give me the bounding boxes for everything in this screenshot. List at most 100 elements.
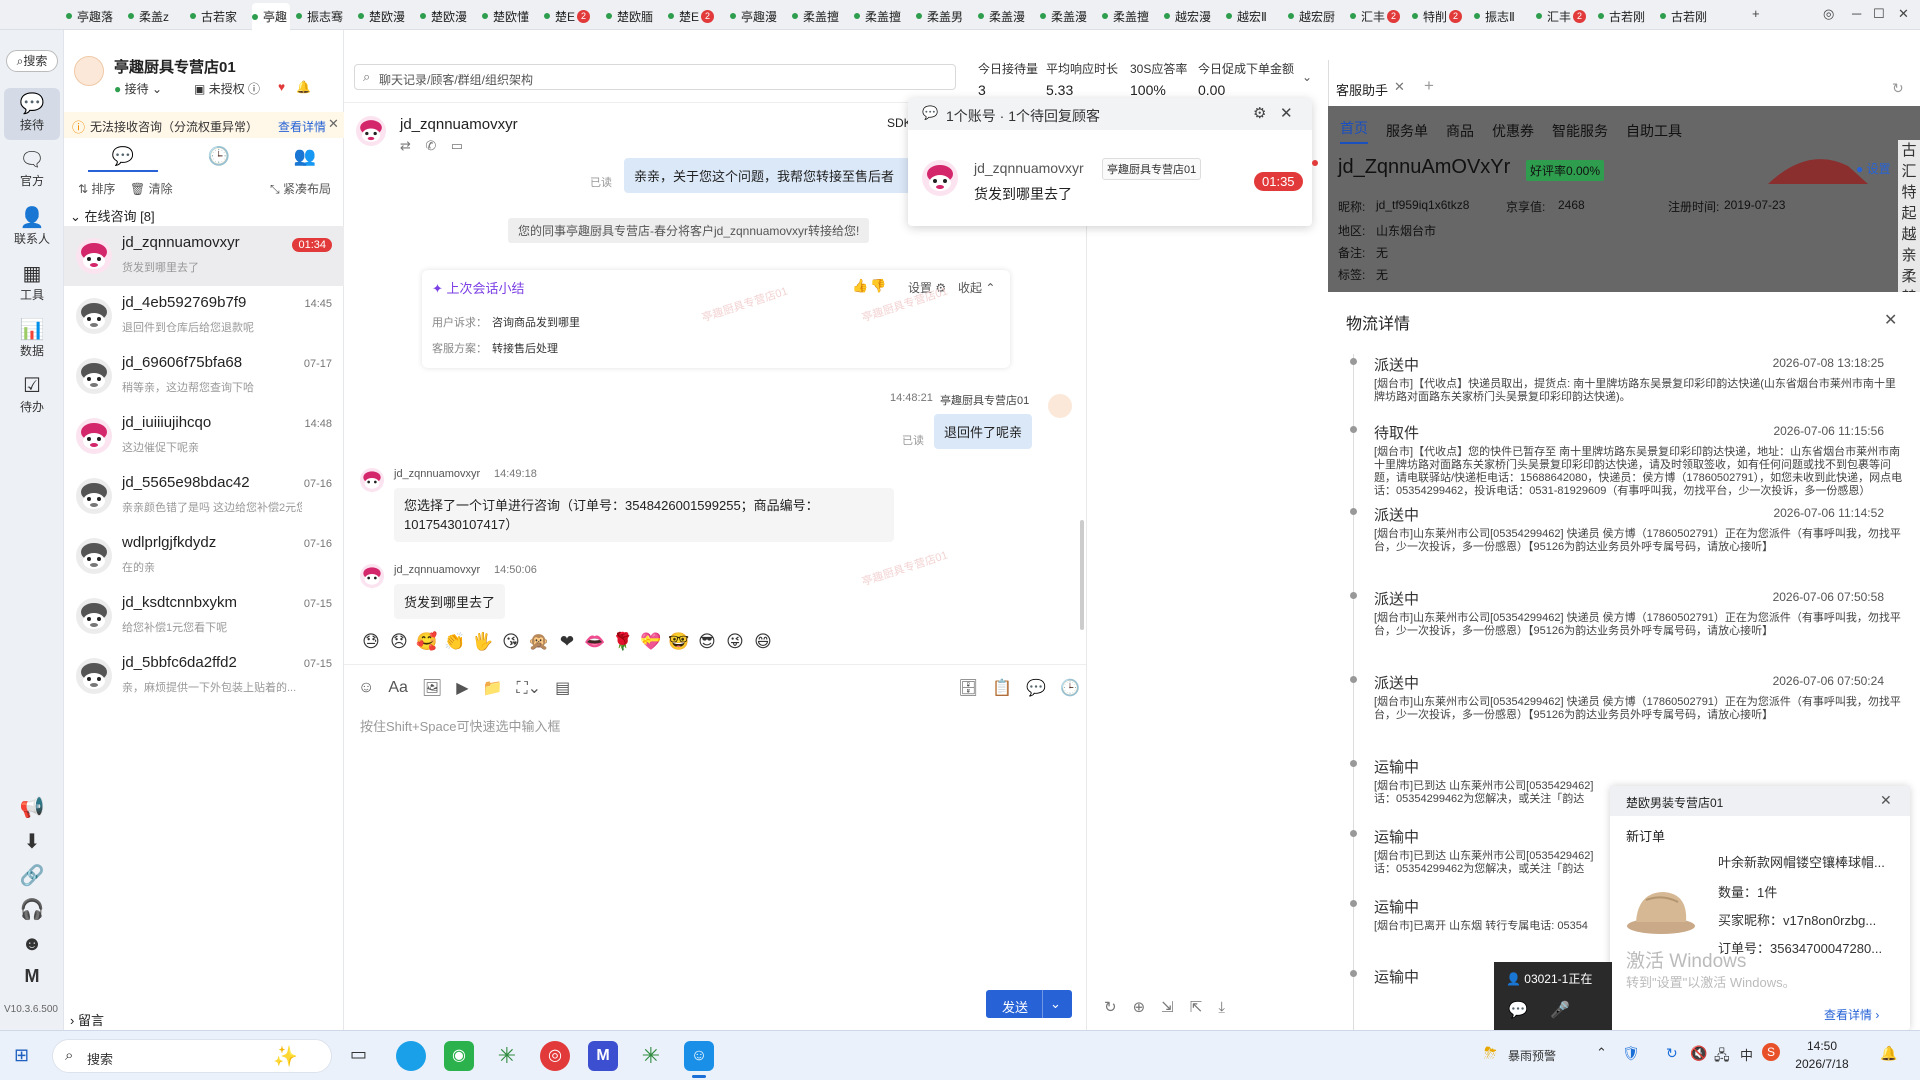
tab-15[interactable]: 柔盖漫 <box>978 4 1036 28</box>
conversation-item[interactable]: jd_4eb592769b7f9 退回件到仓库后给您退款呢 14:45 <box>64 286 344 346</box>
add-circle-icon[interactable]: ⊕ <box>1133 998 1146 1016</box>
headset-icon[interactable]: 🎧 <box>4 898 60 922</box>
tab-9[interactable]: 楚欧腼 <box>606 4 664 28</box>
order-details-link[interactable]: 查看详情 › <box>1824 1006 1879 1023</box>
notif-customer-name[interactable]: jd_zqnnuamovxyr <box>974 160 1084 176</box>
side-store-char[interactable]: 古 <box>1898 140 1920 161</box>
add-tab-icon[interactable]: + <box>1424 76 1434 96</box>
quick-emoji[interactable]: 😄 <box>752 632 774 652</box>
tab-group-icon[interactable]: 👥 <box>270 146 340 167</box>
refresh-icon[interactable]: ↻ <box>1892 80 1904 97</box>
tab-17[interactable]: 柔盖擅 <box>1102 4 1160 28</box>
clear-button[interactable]: 🗑 清除 <box>130 180 173 197</box>
chat-scrollbar[interactable] <box>1080 520 1084 630</box>
network-icon[interactable]: 🖧 <box>1714 1045 1730 1069</box>
conversation-item[interactable]: jd_5bbfc6da2ffd2 亲，麻烦提供一下外包装上贴着的... 07-15 <box>64 646 344 706</box>
share-icon[interactable]: ⇱ <box>1190 998 1203 1016</box>
quick-emoji[interactable]: 😎 <box>696 632 718 652</box>
jd-chat-app-icon[interactable]: ☺ <box>684 1041 714 1071</box>
app-star-icon[interactable]: ✳ <box>492 1041 522 1071</box>
tab-14[interactable]: 柔盖男 <box>916 4 974 28</box>
leave-message-section[interactable]: › 留言 <box>70 1010 104 1029</box>
heart-icon[interactable]: ♥ <box>278 80 285 94</box>
m-app-button[interactable]: M <box>4 966 60 987</box>
tab-7[interactable]: 楚欧懂 <box>482 4 540 28</box>
summary-collapse-button[interactable]: 收起 ⌃ <box>958 279 995 296</box>
popup-close-icon[interactable]: ✕ <box>1280 104 1293 122</box>
tab-16[interactable]: 柔盖漫 <box>1040 4 1098 28</box>
rail-item-reception[interactable]: 💬 接待 <box>4 88 60 140</box>
tab-21[interactable]: 汇丰 2 <box>1350 4 1408 28</box>
m-app-icon[interactable]: M <box>588 1041 618 1071</box>
microphone-icon[interactable]: 🎤 <box>1550 1000 1570 1020</box>
tab-8[interactable]: 楚E 2 <box>544 4 602 28</box>
rail-item-todo[interactable]: ☑ 待办 <box>4 374 60 415</box>
compact-layout-button[interactable]: ⤡ 紧凑布局 <box>270 180 331 197</box>
close-order-popup-icon[interactable]: ✕ <box>1880 792 1892 809</box>
rail-search-button[interactable]: ⌕搜索 <box>6 50 58 72</box>
clipboard-search-icon[interactable]: 📋 <box>992 678 1012 698</box>
crop-screenshot-icon[interactable]: ⛶⌄ <box>516 678 541 698</box>
weather-alert[interactable]: 暴雨预警 <box>1508 1047 1556 1064</box>
archive-icon[interactable]: 🗄 <box>958 678 978 698</box>
record-app-icon[interactable]: ◎ <box>540 1041 570 1071</box>
tab-24[interactable]: 汇丰 2 <box>1536 4 1594 28</box>
close-tab-icon[interactable]: ✕ <box>1394 79 1405 95</box>
global-search-input[interactable]: ⌕ 聊天记录/顾客/群组/组织架构 <box>354 64 956 90</box>
megaphone-icon[interactable]: 📢 <box>4 796 60 820</box>
tab-26[interactable]: 古若刚 <box>1660 4 1718 28</box>
side-store-char[interactable]: 汇 <box>1898 161 1920 182</box>
message-icon[interactable]: 💬 <box>1508 1000 1528 1020</box>
tab-23[interactable]: 振志Ⅱ <box>1474 4 1532 28</box>
tray-chevron-icon[interactable]: ⌃ <box>1596 1045 1607 1061</box>
minimize-button[interactable]: ─ <box>1852 6 1861 21</box>
link-icon[interactable]: 🔗 <box>4 864 60 888</box>
taskbar-time[interactable]: 14:50 <box>1792 1039 1852 1053</box>
assistant-nav-item[interactable]: 优惠券 <box>1492 121 1534 141</box>
export-icon[interactable]: ⇲ <box>1161 998 1174 1016</box>
send-options-chevron-icon[interactable]: ⌄ <box>1050 996 1061 1012</box>
refresh-icon[interactable]: ↻ <box>1104 998 1117 1016</box>
quick-emoji[interactable]: 🌹 <box>612 632 634 652</box>
note-icon[interactable]: ▭ <box>451 138 463 153</box>
assistant-tab[interactable]: 客服助手 ✕ <box>1330 74 1410 100</box>
conversation-item[interactable]: wdlprlgjfkdydz 在的亲 07-16 <box>64 526 344 586</box>
sync-icon[interactable]: ↻ <box>1666 1045 1678 1062</box>
tab-6[interactable]: 楚欧漫 <box>420 4 478 28</box>
conversation-item[interactable]: jd_5565e98bdac42 亲亲颜色错了是吗 这边给您补偿2元您... 07-… <box>64 466 344 526</box>
task-view-icon[interactable]: ▭ <box>350 1044 367 1065</box>
download-icon[interactable]: ⬇ <box>4 830 60 854</box>
conversation-item[interactable]: jd_zqnnuamovxyr 货发到哪里去了 01:34 <box>64 226 344 286</box>
quick-emoji[interactable]: 🖐 <box>472 632 494 652</box>
tab-2[interactable]: 古若家 <box>190 4 248 28</box>
tab-active-chats-icon[interactable]: 💬 <box>88 146 158 167</box>
quick-emoji[interactable]: ❤ <box>556 632 578 652</box>
tab-11[interactable]: 亭趣漫 <box>730 4 788 28</box>
message-input[interactable]: 按住Shift+Space可快速选中输入框 <box>360 716 560 735</box>
assistant-nav-item[interactable]: 首页 <box>1340 118 1368 144</box>
tab-19[interactable]: 越宏Ⅱ <box>1226 4 1284 28</box>
quick-emoji[interactable]: 😞 <box>388 632 410 652</box>
taskbar-search[interactable]: ⌕ 搜索 ✨ <box>52 1039 332 1073</box>
side-store-char[interactable]: 亲 <box>1898 245 1920 266</box>
rail-item-contacts[interactable]: 👤 联系人 <box>4 206 60 247</box>
close-logistics-icon[interactable]: ✕ <box>1884 310 1897 330</box>
quick-emoji[interactable]: 💝 <box>640 632 662 652</box>
tab-1[interactable]: 柔盖z <box>128 4 186 28</box>
assistant-settings-link[interactable]: ● 设置 <box>1856 160 1891 177</box>
close-warning-icon[interactable]: ✕ <box>328 116 339 132</box>
quick-emoji[interactable]: 😘 <box>500 632 522 652</box>
font-icon[interactable]: Aa <box>388 679 408 697</box>
close-window-button[interactable]: ✕ <box>1898 6 1909 22</box>
quick-emoji[interactable]: 🥰 <box>416 632 438 652</box>
tab-20[interactable]: 越宏厨 <box>1288 4 1346 28</box>
assistant-nav-item[interactable]: 自助工具 <box>1626 121 1682 141</box>
quick-emoji[interactable]: 😜 <box>724 632 746 652</box>
rail-item-tools[interactable]: ▦ 工具 <box>4 262 60 303</box>
bell-icon[interactable]: 🔔 <box>296 80 311 94</box>
tab-3[interactable]: 亭趣 <box>252 3 290 30</box>
image-icon[interactable]: 🖼 <box>422 678 442 698</box>
security-shield-icon[interactable]: 🛡 <box>1622 1045 1640 1062</box>
assistant-nav-item[interactable]: 服务单 <box>1386 121 1428 141</box>
rail-item-data[interactable]: 📊 数据 <box>4 318 60 359</box>
